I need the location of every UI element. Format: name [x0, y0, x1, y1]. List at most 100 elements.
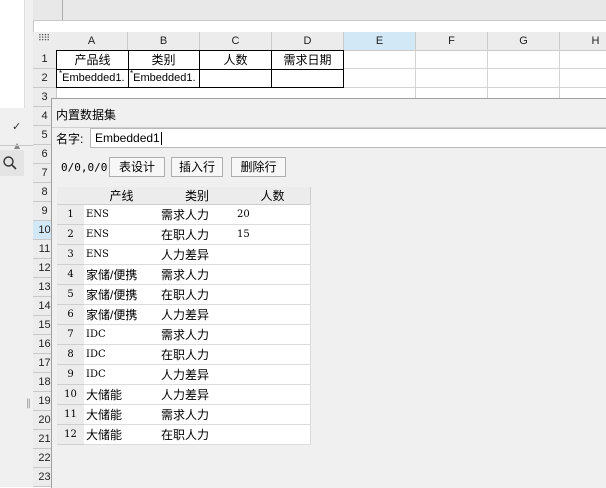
grid-dots-icon: ⠿⠿: [38, 34, 50, 44]
table-column-header[interactable]: 类别: [159, 187, 236, 205]
table-cell[interactable]: ENS: [84, 245, 160, 265]
table-cell[interactable]: 大储能: [84, 425, 160, 445]
table-row-index[interactable]: 2: [57, 225, 85, 245]
table-cell[interactable]: 15: [235, 225, 311, 245]
table-cell[interactable]: [235, 425, 311, 445]
table-row-index[interactable]: 7: [57, 325, 85, 345]
column-header-c[interactable]: C: [200, 32, 272, 51]
column-header-d[interactable]: D: [272, 32, 344, 51]
table-cell[interactable]: 大储能: [84, 385, 160, 405]
table-cell[interactable]: 在职人力: [159, 345, 236, 365]
table-cell[interactable]: IDC: [84, 345, 160, 365]
name-value: Embedded1: [95, 131, 160, 145]
table-cell[interactable]: 20: [235, 205, 311, 225]
search-button[interactable]: [0, 150, 24, 176]
sheet-header-cell[interactable]: 需求日期: [272, 50, 344, 70]
sheet-cell[interactable]: [344, 50, 416, 69]
table-cell[interactable]: 在职人力: [159, 425, 236, 445]
sheet-cell[interactable]: [416, 69, 488, 88]
table-row-index[interactable]: 9: [57, 365, 85, 385]
select-all-corner[interactable]: ⠿⠿: [33, 32, 57, 51]
table-cell[interactable]: 需求人力: [159, 205, 236, 225]
table-corner: [57, 187, 85, 205]
table-cell[interactable]: [235, 385, 311, 405]
table-cell[interactable]: ENS: [84, 205, 160, 225]
table-cell[interactable]: 人力差异: [159, 385, 236, 405]
sheet-cell[interactable]: [416, 50, 488, 69]
table-cell[interactable]: IDC: [84, 325, 160, 345]
sheet-data-cell[interactable]: [272, 69, 344, 88]
column-header-f[interactable]: F: [416, 32, 488, 51]
check-icon[interactable]: ✓: [12, 120, 21, 133]
row-counter: 0/0,0/0: [61, 161, 108, 174]
sheet-cell[interactable]: [560, 69, 606, 88]
table-cell[interactable]: [235, 365, 311, 385]
column-header-g[interactable]: G: [488, 32, 560, 51]
sheet-cell[interactable]: [488, 69, 560, 88]
table-cell[interactable]: [235, 265, 311, 285]
row-header-1[interactable]: 1: [33, 50, 57, 69]
left-pane-top: [0, 0, 25, 108]
table-cell[interactable]: 在职人力: [159, 285, 236, 305]
sheet-cell[interactable]: [344, 69, 416, 88]
sheet-data-cell[interactable]: [200, 69, 272, 88]
table-row-index[interactable]: 10: [57, 385, 85, 405]
column-header-a[interactable]: A: [56, 32, 128, 51]
delete-row-button[interactable]: 删除行: [231, 157, 286, 177]
insert-row-button[interactable]: 插入行: [171, 157, 223, 177]
left-pane: ▲ ✓ ‖: [0, 0, 34, 487]
table-cell[interactable]: 大储能: [84, 405, 160, 425]
table-row-index[interactable]: 11: [57, 405, 85, 425]
table-cell[interactable]: [235, 325, 311, 345]
table-row-index[interactable]: 5: [57, 285, 85, 305]
table-cell[interactable]: [235, 285, 311, 305]
table-cell[interactable]: 需求人力: [159, 405, 236, 425]
table-row-index[interactable]: 8: [57, 345, 85, 365]
toolbar-strip: [33, 0, 606, 21]
table-cell[interactable]: [235, 305, 311, 325]
name-label: 名字:: [56, 132, 84, 146]
sheet-data-cell[interactable]: *Embedded1.: [128, 69, 200, 88]
column-header-h[interactable]: H: [560, 32, 606, 51]
table-design-button[interactable]: 表设计: [109, 157, 165, 177]
table-cell[interactable]: ENS: [84, 225, 160, 245]
search-icon: [3, 156, 17, 170]
table-row-index[interactable]: 3: [57, 245, 85, 265]
table-cell[interactable]: [235, 405, 311, 425]
table-cell[interactable]: [235, 245, 311, 265]
name-input[interactable]: Embedded1: [90, 128, 606, 148]
sheet-header-cell[interactable]: 人数: [200, 50, 272, 70]
table-cell[interactable]: 需求人力: [159, 325, 236, 345]
table-row-index[interactable]: 6: [57, 305, 85, 325]
column-header-e[interactable]: E: [344, 32, 416, 51]
table-column-header[interactable]: 人数: [235, 187, 311, 205]
table-cell[interactable]: 家储/便携: [84, 265, 160, 285]
table-row-index[interactable]: 1: [57, 205, 85, 225]
table-cell[interactable]: 人力差异: [159, 365, 236, 385]
embedded-dataset-dialog: 内置数据集 名字: Embedded1 0/0,0/0 表设计 插入行 删除行 …: [51, 98, 606, 488]
table-row-index[interactable]: 12: [57, 425, 85, 445]
column-header-b[interactable]: B: [128, 32, 200, 51]
sheet-cell[interactable]: [488, 50, 560, 69]
table-column-header[interactable]: 产线: [84, 187, 160, 205]
splitter-handle-icon[interactable]: ‖: [26, 398, 31, 409]
table-cell[interactable]: 人力差异: [159, 305, 236, 325]
sheet-header-cell[interactable]: 类别: [128, 50, 200, 70]
table-cell[interactable]: [235, 345, 311, 365]
sheet-header-cell[interactable]: 产品线: [56, 50, 129, 70]
row-header-2[interactable]: 2: [33, 69, 57, 88]
table-cell[interactable]: 家储/便携: [84, 285, 160, 305]
table-row-index[interactable]: 4: [57, 265, 85, 285]
table-cell[interactable]: 在职人力: [159, 225, 236, 245]
table-cell[interactable]: IDC: [84, 365, 160, 385]
toolbar-separator: [62, 0, 63, 20]
left-pane-divider: [0, 145, 33, 146]
dataset-cell-text: Embedded1.: [62, 72, 125, 84]
dialog-title: 内置数据集: [56, 108, 117, 122]
dataset-cell-text: Embedded1.: [133, 72, 196, 84]
table-cell[interactable]: 人力差异: [159, 245, 236, 265]
sheet-cell[interactable]: [560, 50, 606, 69]
sheet-data-cell[interactable]: *Embedded1.: [56, 69, 129, 88]
table-cell[interactable]: 家储/便携: [84, 305, 160, 325]
table-cell[interactable]: 需求人力: [159, 265, 236, 285]
